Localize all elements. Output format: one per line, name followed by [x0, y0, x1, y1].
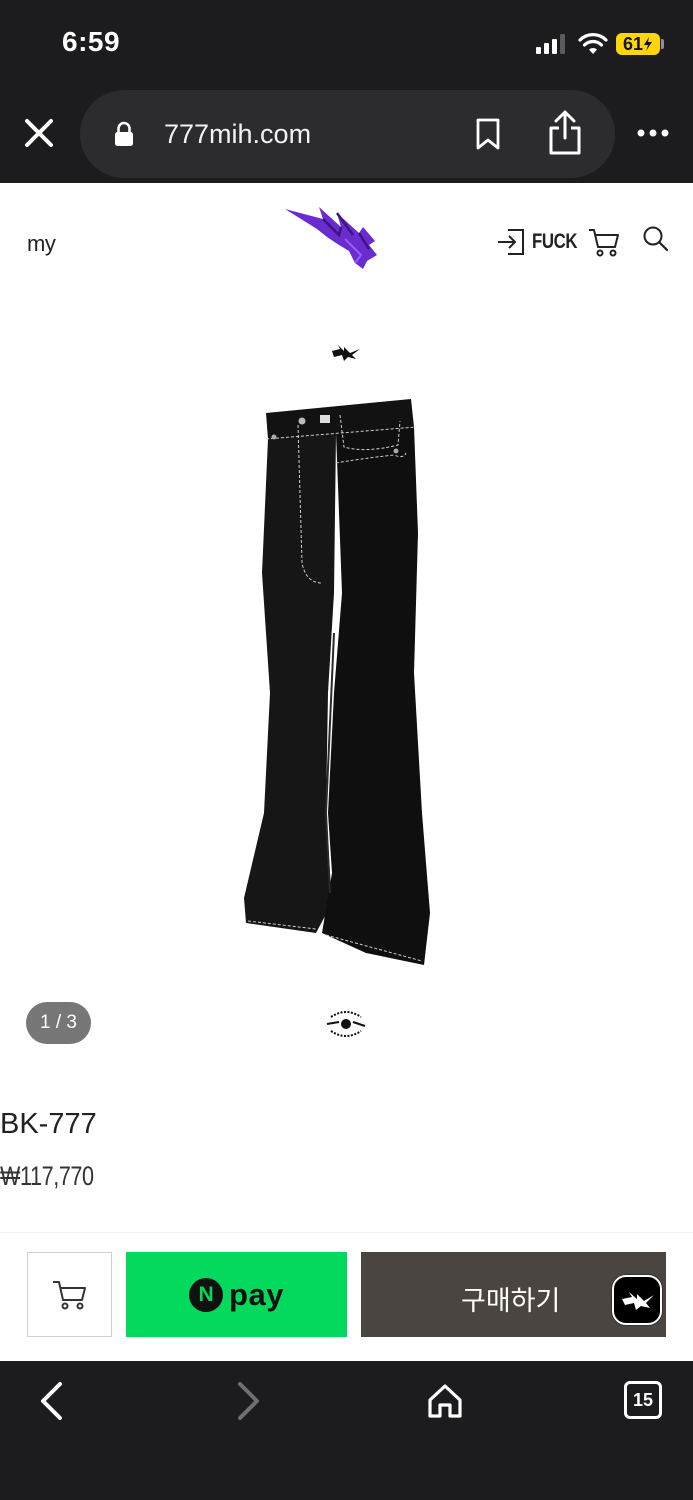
- cellular-signal-icon: [536, 34, 565, 54]
- back-arrow-icon[interactable]: [38, 1381, 64, 1421]
- add-to-cart-button[interactable]: [27, 1252, 112, 1337]
- bookmark-icon[interactable]: [475, 118, 501, 150]
- brand-mark-icon: [332, 345, 360, 361]
- home-icon[interactable]: [426, 1383, 464, 1419]
- my-page-link[interactable]: my: [27, 231, 56, 257]
- madein-heaven-badge-icon: [326, 1011, 366, 1037]
- search-icon[interactable]: [642, 225, 670, 253]
- battery-icon: 61: [616, 33, 660, 55]
- product-price: ₩117,770: [0, 1161, 94, 1191]
- site-header: my FUCK: [0, 183, 693, 293]
- cart-icon[interactable]: [588, 227, 620, 257]
- url-text: 777mih.com: [164, 119, 312, 149]
- purchase-action-bar: N pay 구매하기: [0, 1232, 693, 1361]
- wifi-icon: [578, 33, 608, 54]
- cart-icon: [53, 1281, 86, 1310]
- charging-bolt-icon: [644, 37, 653, 51]
- lock-icon: [115, 121, 133, 146]
- brand-logo[interactable]: [283, 205, 379, 271]
- battery-level: 61: [622, 34, 644, 54]
- address-bar[interactable]: 777mih.com: [80, 90, 615, 178]
- chat-icon[interactable]: [612, 1275, 662, 1325]
- battery-nub: [661, 39, 664, 49]
- brand-mark-icon: [622, 1292, 654, 1310]
- buy-now-label: 구매하기: [461, 1286, 561, 1316]
- share-icon[interactable]: [548, 110, 582, 156]
- close-icon[interactable]: [20, 114, 58, 152]
- browser-bottom-nav: 15: [0, 1361, 693, 1500]
- more-options-icon[interactable]: [636, 128, 670, 138]
- image-counter: 1 / 3: [26, 1002, 91, 1044]
- naver-n-icon: N: [189, 1277, 224, 1312]
- npay-label: pay: [229, 1276, 284, 1312]
- forward-arrow-icon[interactable]: [236, 1381, 262, 1421]
- tabs-count-button[interactable]: 15: [624, 1381, 662, 1419]
- login-icon[interactable]: [496, 227, 526, 257]
- browser-toolbar: 777mih.com: [0, 88, 693, 183]
- status-time: 6:59: [62, 26, 121, 57]
- naver-pay-button[interactable]: N pay: [126, 1252, 347, 1337]
- product-image: [244, 399, 430, 965]
- login-link[interactable]: FUCK: [532, 230, 577, 254]
- product-name: BK-777: [0, 1108, 97, 1140]
- product-image-slider[interactable]: 1 / 3: [0, 293, 693, 1063]
- status-bar: 6:59 61: [0, 0, 693, 88]
